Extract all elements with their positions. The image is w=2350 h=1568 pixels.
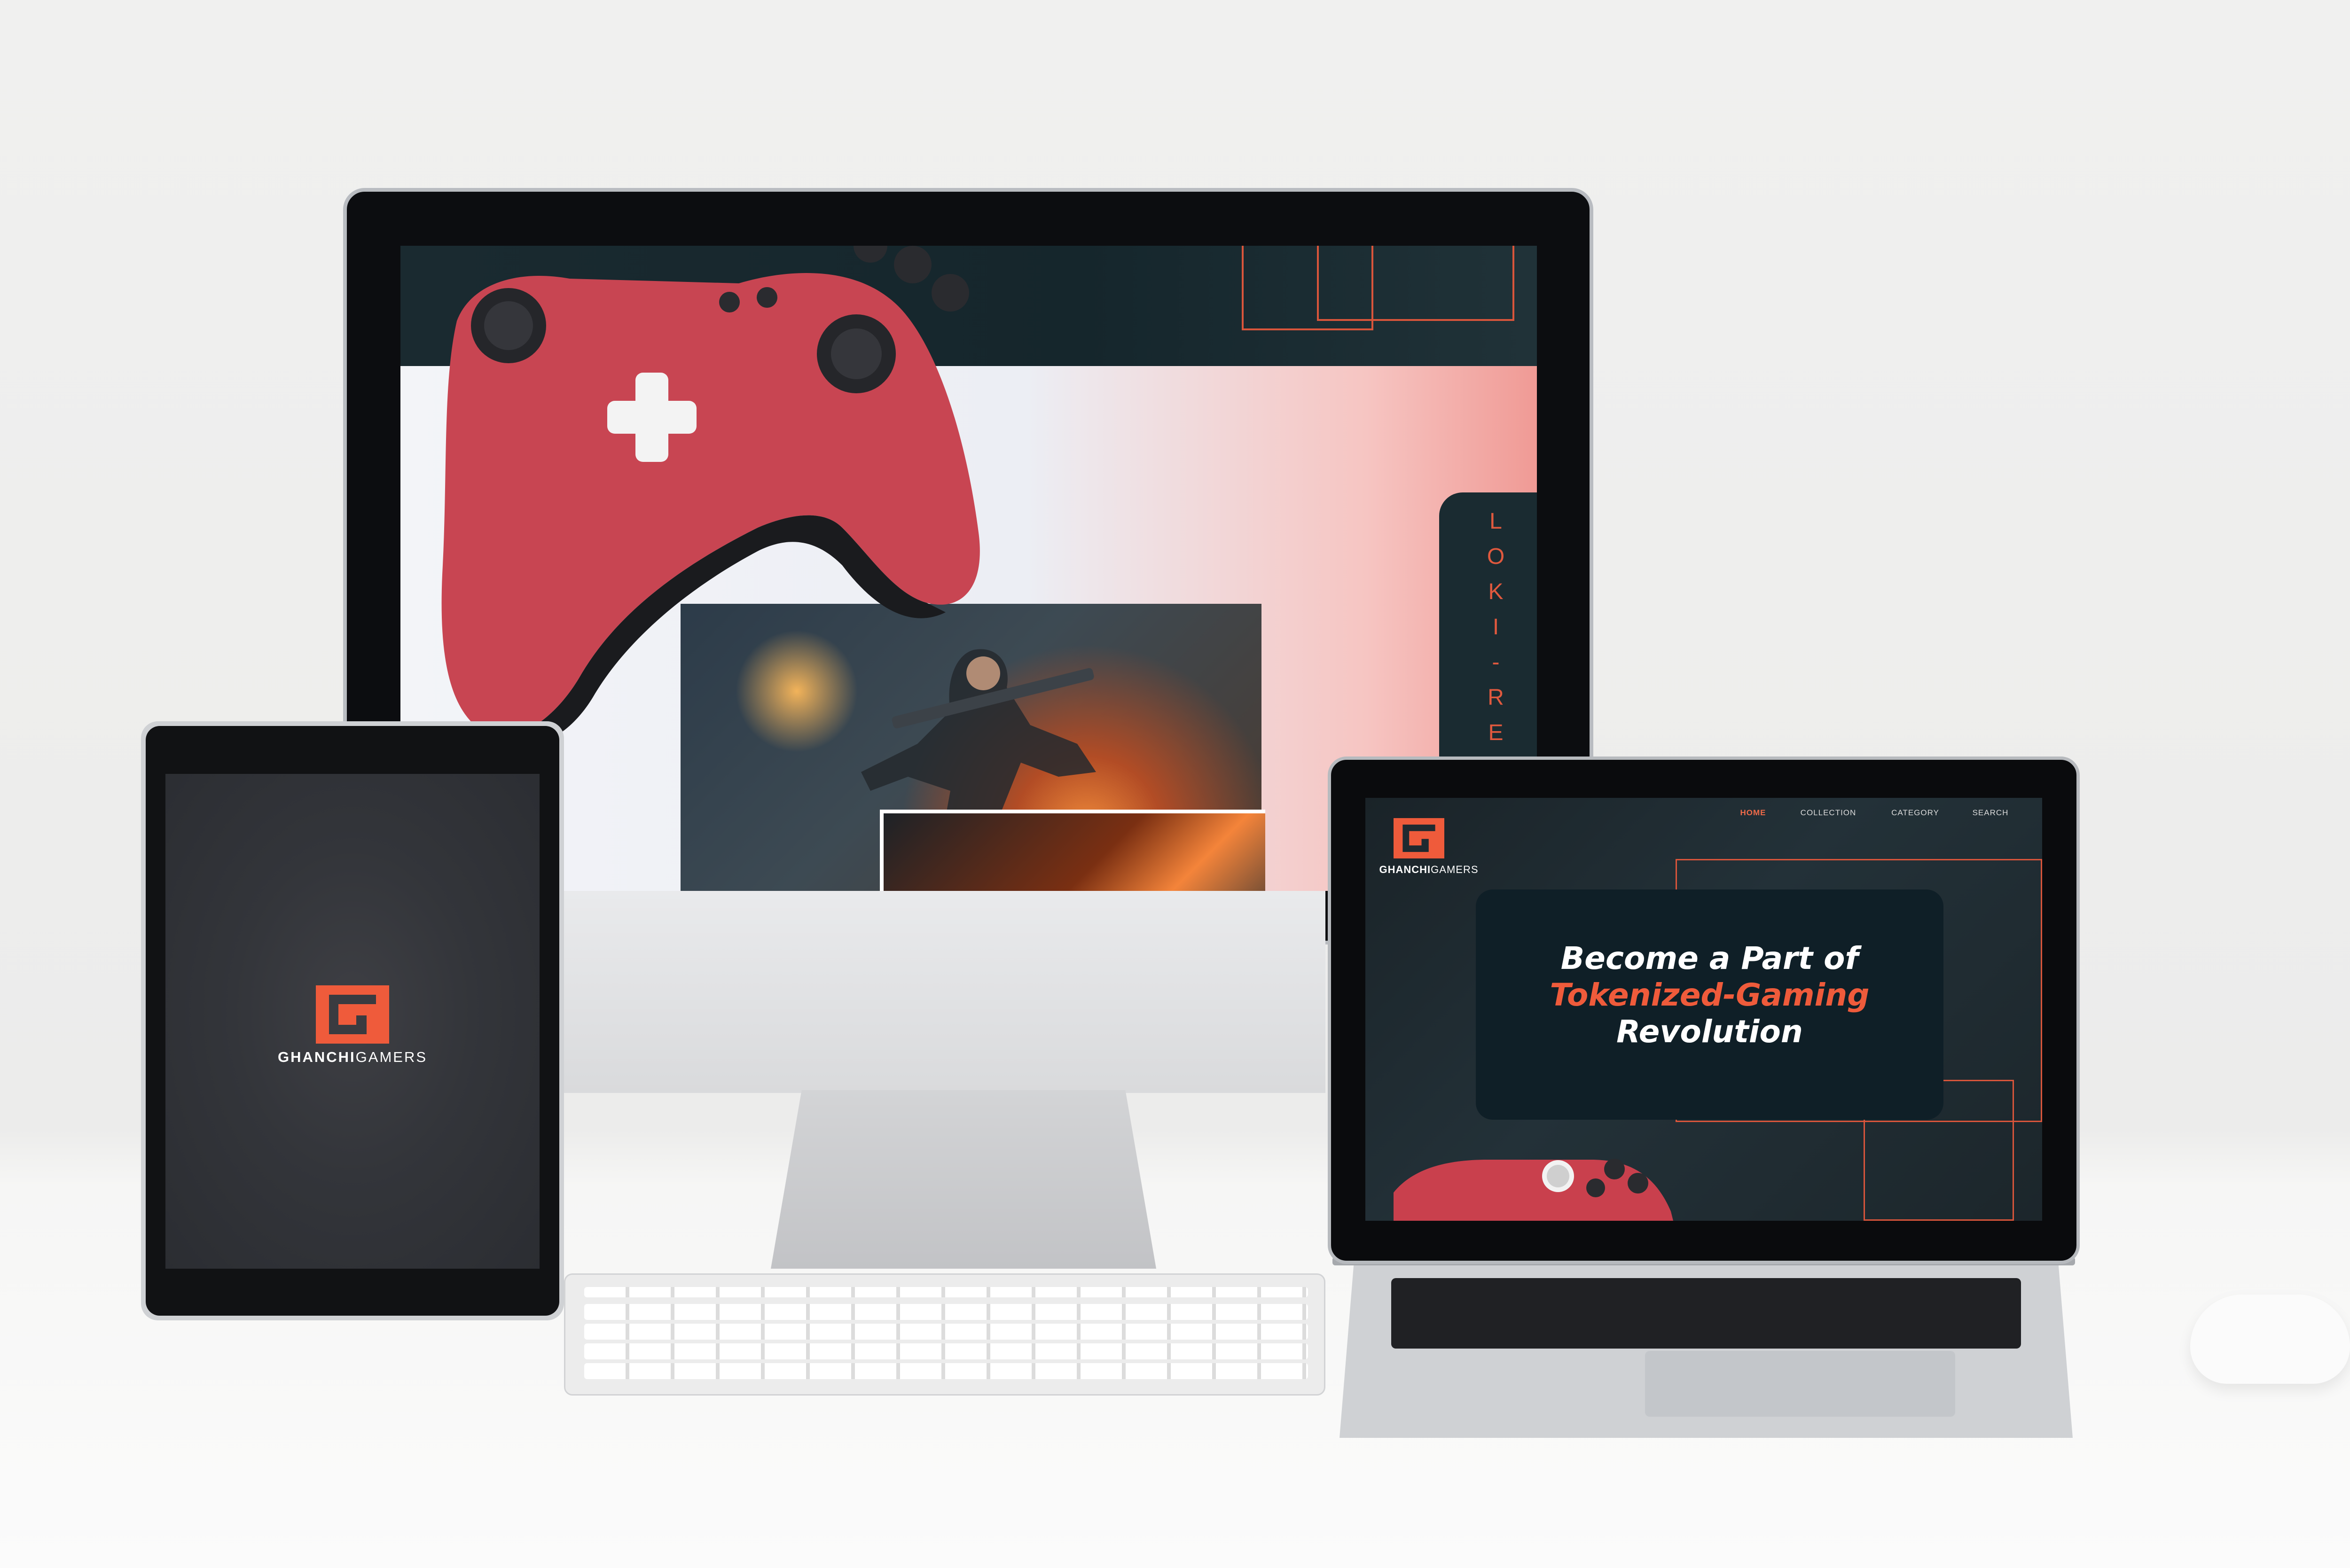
hero-card: Become a Part of Tokenized-Gaming Revolu… (1476, 889, 1943, 1120)
keyboard-row (584, 1324, 1308, 1340)
brand-bold: GHANCHI (277, 1049, 356, 1065)
keyboard-row (584, 1363, 1308, 1379)
hero-heading-line1: Become a Part of (1560, 940, 1859, 976)
keyboard-row (584, 1287, 1308, 1297)
nav-search[interactable]: SEARCH (1962, 808, 2019, 822)
hero-heading-line3: Revolution (1616, 1014, 1803, 1050)
tablet-screen: GHANCHIGAMERS (165, 774, 540, 1269)
monitor-stand (771, 1090, 1156, 1269)
hero-heading-line2: Tokenized-Gaming (1550, 977, 1870, 1013)
monitor-chin (564, 891, 1325, 1093)
nav-collection[interactable]: COLLECTION (1793, 808, 1864, 822)
nav-category[interactable]: CATEGORY (1885, 808, 1946, 822)
brand-light: GAMERS (355, 1049, 428, 1065)
brand-light: GAMERS (1431, 864, 1479, 875)
decor-frame (1317, 246, 1514, 321)
laptop-brand-name: GHANCHIGAMERS (1365, 864, 1492, 878)
xbox-controller-icon (441, 246, 980, 747)
brand-bold: GHANCHI (1379, 864, 1431, 875)
keyboard-row (584, 1304, 1308, 1320)
laptop-keyboard (1391, 1278, 2021, 1349)
tablet-brand-name: GHANCHIGAMERS (259, 1049, 446, 1068)
ghanchigamers-logo-icon[interactable] (1394, 817, 1444, 860)
mouse (2190, 1295, 2350, 1384)
xbox-controller-icon (1394, 1159, 1673, 1221)
nav-home[interactable]: HOME (1727, 808, 1779, 822)
laptop-screen: GHANCHIGAMERS HOME COLLECTION CATEGORY S… (1365, 798, 2042, 1221)
ghanchigamers-logo-icon (316, 985, 389, 1044)
keyboard (564, 1273, 1325, 1396)
keyboard-row (584, 1343, 1308, 1359)
laptop-trackpad (1645, 1351, 1955, 1417)
game-art-explosion[interactable] (880, 810, 1265, 891)
